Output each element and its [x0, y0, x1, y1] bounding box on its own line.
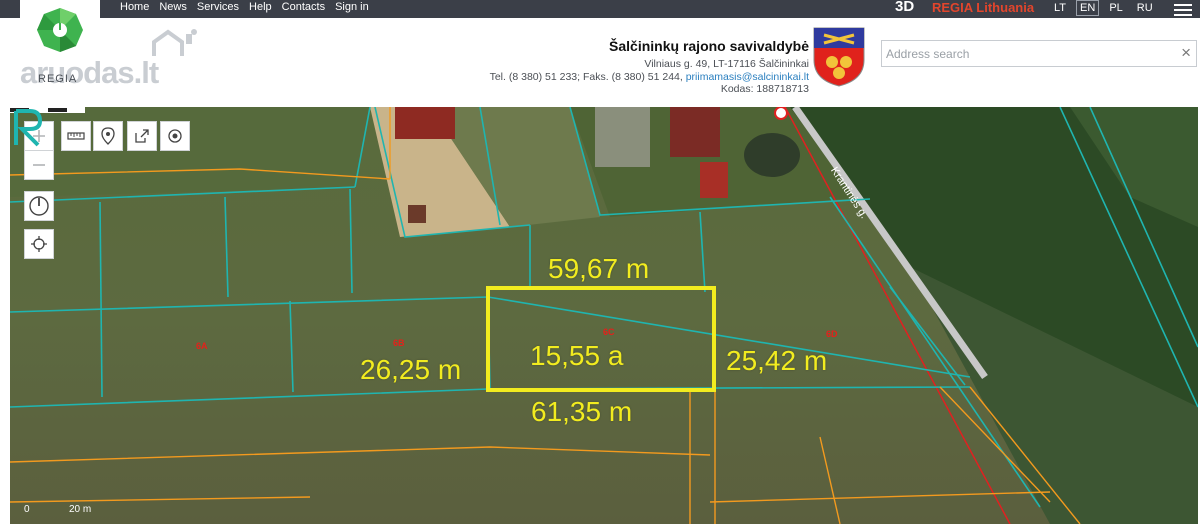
nav-help[interactable]: Help	[249, 0, 272, 18]
lang-en[interactable]: EN	[1076, 0, 1100, 16]
address-search-input[interactable]	[886, 45, 1166, 63]
ruler-icon	[67, 132, 85, 140]
municipality-code: Kodas: 188718713	[720, 83, 809, 95]
compass-button[interactable]	[24, 191, 54, 221]
scale-zero-label: 0	[24, 504, 30, 515]
language-switcher: LT EN PL RU	[1050, 0, 1157, 16]
location-pin-icon	[101, 127, 115, 145]
measurement-top-length: 59,67 m	[548, 253, 650, 284]
municipality-name: Šalčininkų rajono savivaldybė	[609, 38, 809, 54]
nav-news[interactable]: News	[159, 0, 187, 18]
regia-brand-mark-icon[interactable]	[10, 107, 44, 147]
place-marker-button[interactable]	[93, 121, 123, 151]
top-nav: Home News Services Help Contacts Sign in	[120, 0, 369, 18]
measurement-bottom-length: 61,35 m	[531, 396, 633, 427]
gps-position-button[interactable]	[24, 229, 54, 259]
lang-pl[interactable]: PL	[1105, 0, 1126, 16]
municipality-address: Vilniaus g. 49, LT-17116 Šalčininkai	[644, 58, 809, 70]
3d-view-button[interactable]: 3D	[895, 0, 914, 15]
house-outline-icon	[152, 29, 197, 56]
lang-ru[interactable]: RU	[1133, 0, 1157, 16]
hamburger-menu-icon[interactable]	[1174, 4, 1192, 16]
top-bar: Home News Services Help Contacts Sign in…	[0, 0, 1200, 18]
parcel-label-6d: 6D	[826, 329, 838, 339]
scale-distance-label: 20 m	[69, 504, 92, 515]
compass-icon	[29, 196, 49, 216]
measurement-area: 15,55 a	[530, 340, 624, 371]
measurement-right-length: 25,42 m	[726, 345, 828, 376]
address-search-box: ×	[881, 40, 1197, 67]
coat-of-arms-icon	[813, 27, 865, 87]
share-icon	[135, 129, 149, 143]
regia-title-link[interactable]: REGIA Lithuania	[932, 1, 1034, 15]
municipality-email-link[interactable]: priimamasis@salcininkai.lt	[686, 71, 809, 83]
nav-contacts[interactable]: Contacts	[282, 0, 325, 18]
lang-lt[interactable]: LT	[1050, 0, 1070, 16]
nav-sign-in[interactable]: Sign in	[335, 0, 369, 18]
map-canvas	[10, 107, 1198, 524]
municipality-phone-fax: Tel. (8 380) 51 233; Faks. (8 380) 51 24…	[489, 71, 686, 83]
share-button[interactable]	[127, 121, 157, 151]
measure-button[interactable]	[61, 121, 91, 151]
minus-icon	[33, 164, 45, 166]
parcel-label-6b: 6B	[393, 338, 405, 348]
locate-me-button[interactable]	[160, 121, 190, 151]
municipality-contacts: Tel. (8 380) 51 233; Faks. (8 380) 51 24…	[490, 71, 809, 83]
zoom-out-button[interactable]	[24, 150, 54, 180]
map-view[interactable]: Krantinės g. 6A 6B 6C 6D 59,67 m 26,25 m…	[10, 107, 1198, 524]
house-roof	[395, 107, 455, 139]
parcel-label-6c: 6C	[603, 327, 615, 337]
measurement-left-length: 26,25 m	[360, 354, 462, 385]
nav-home[interactable]: Home	[120, 0, 149, 18]
parcel-label-6a: 6A	[196, 341, 208, 351]
nav-services[interactable]: Services	[197, 0, 239, 18]
crosshair-icon	[31, 236, 47, 252]
clear-search-icon[interactable]: ×	[1181, 44, 1191, 62]
target-icon	[168, 129, 182, 143]
logo-subtitle: REGIA	[38, 73, 78, 85]
